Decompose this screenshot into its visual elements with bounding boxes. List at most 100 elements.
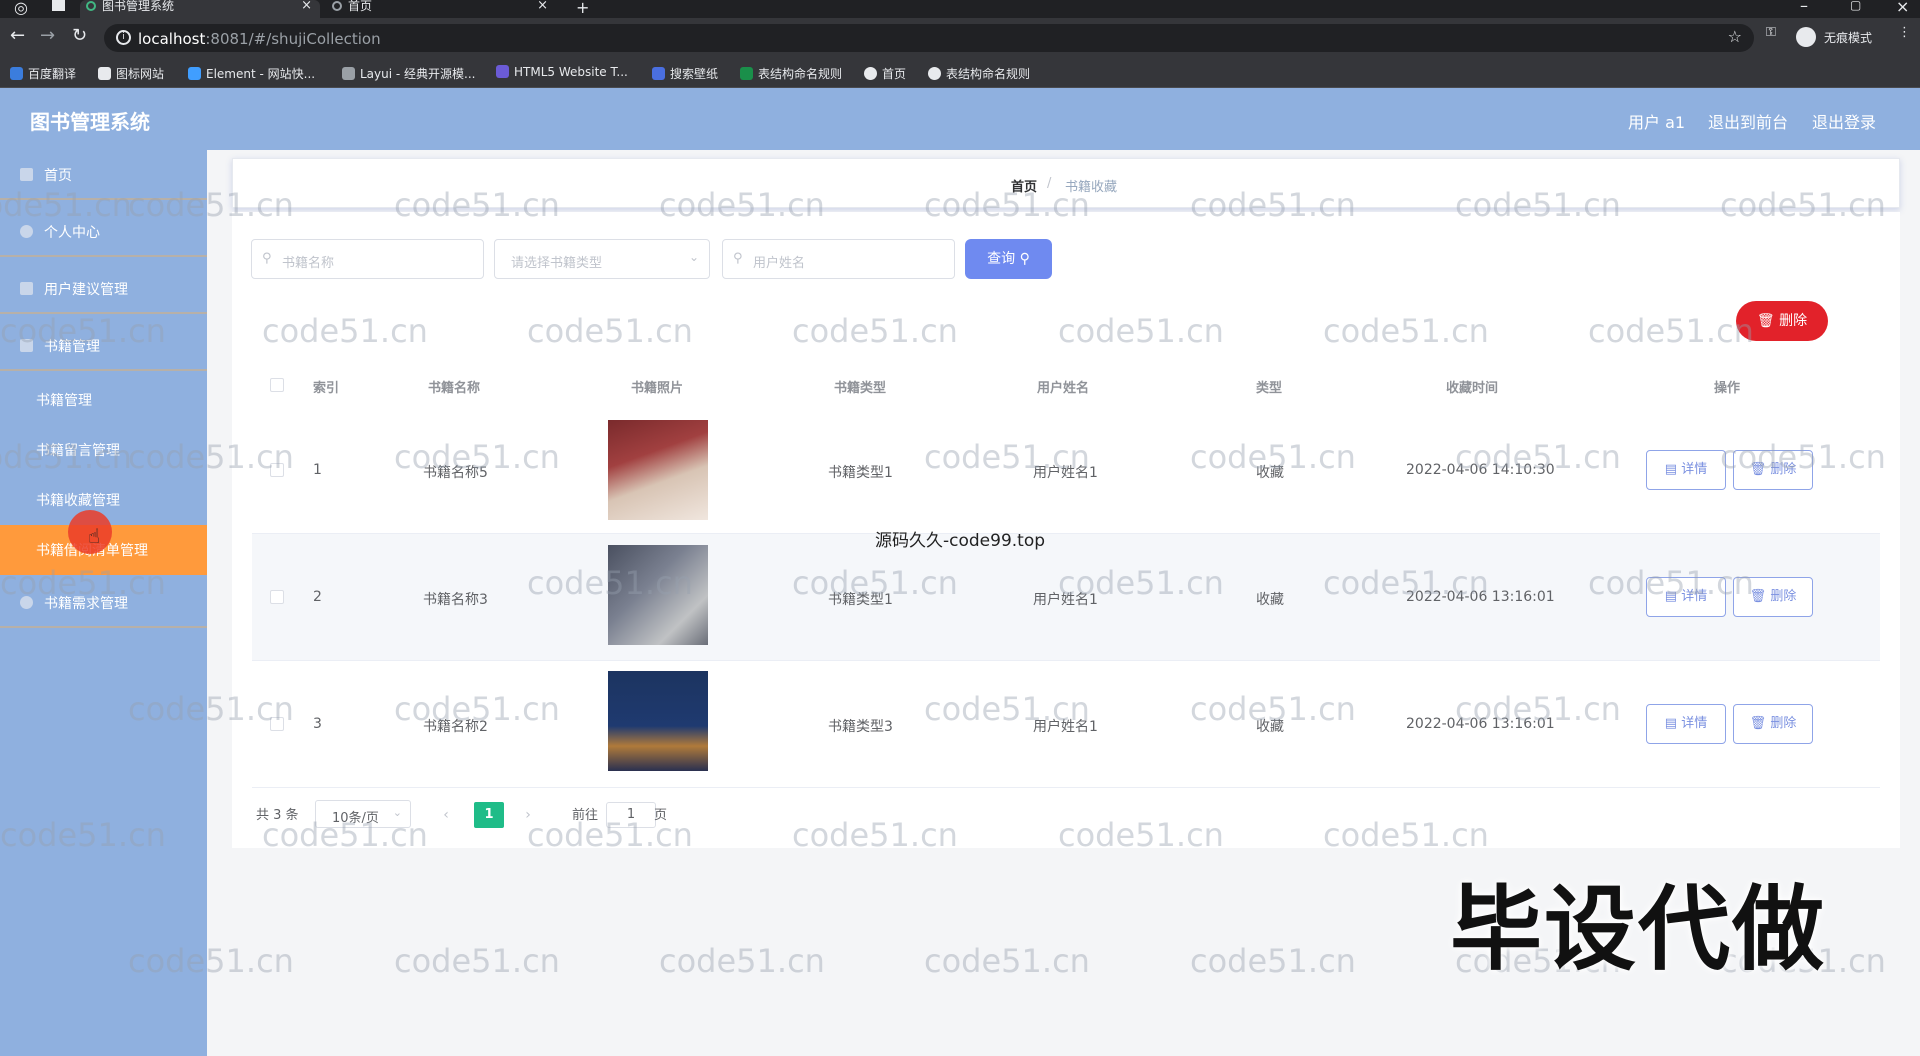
- search-icon: ⚲: [733, 251, 743, 266]
- maximize-icon[interactable]: ▢: [1850, 0, 1861, 12]
- book-type-placeholder: 请选择书籍类型: [511, 256, 603, 271]
- column-header: 索引: [313, 381, 340, 396]
- source-watermark-text: 源码久久-code99.top: [875, 531, 1046, 551]
- pagination-total: 共 3 条: [256, 808, 299, 823]
- bookmark-item[interactable]: HTML5 Website T...: [496, 65, 628, 79]
- reload-icon[interactable]: ↻: [72, 26, 87, 46]
- sidebar-sub-book-manage[interactable]: 书籍管理: [0, 375, 207, 425]
- row-checkbox[interactable]: [270, 717, 284, 731]
- bookmark-item[interactable]: 表结构命名规则: [928, 65, 1030, 82]
- close-icon[interactable]: ×: [537, 0, 548, 12]
- batch-delete-button[interactable]: 🗑 删除: [1736, 301, 1828, 341]
- tab-home-title: 首页: [348, 0, 373, 13]
- detail-button[interactable]: ▤ 详情: [1646, 450, 1726, 490]
- new-tab-icon[interactable]: +: [576, 0, 589, 17]
- logout-link[interactable]: 退出登录: [1812, 109, 1876, 133]
- browser-menu-icon[interactable]: ◎: [14, 0, 28, 17]
- delete-button[interactable]: 🗑 删除: [1733, 704, 1813, 744]
- sidebar-item-home[interactable]: 首页: [0, 150, 207, 200]
- sidebar-item-label: 个人中心: [44, 225, 100, 241]
- element-icon: [188, 67, 201, 80]
- tab-library[interactable]: 图书管理系统 ×: [80, 0, 320, 18]
- key-icon[interactable]: ⚿: [1766, 25, 1776, 40]
- user-name-placeholder: 用户姓名: [753, 256, 806, 271]
- forward-icon[interactable]: →: [40, 26, 55, 46]
- book-name: 书籍名称3: [423, 592, 488, 608]
- detail-label: 详情: [1681, 462, 1708, 477]
- translate-icon: [10, 67, 23, 80]
- bookmark-item[interactable]: Element - 网站快...: [188, 65, 315, 82]
- delete-button[interactable]: 🗑 删除: [1733, 450, 1813, 490]
- query-button[interactable]: 查询 ⚲: [965, 239, 1052, 279]
- browser-tab-bar: ◎ 图书管理系统 × 首页 × + – ▢ ×: [0, 0, 1920, 18]
- bookmark-item[interactable]: 搜索壁纸: [652, 65, 718, 82]
- window-close-icon[interactable]: ×: [1896, 0, 1909, 16]
- address-bar[interactable]: i localhost:8081/#/shujiCollection ☆: [104, 24, 1754, 52]
- next-page-button[interactable]: ›: [515, 802, 541, 828]
- trash-icon: 🗑: [1756, 313, 1780, 329]
- incognito-label[interactable]: 无痕模式: [1824, 29, 1872, 46]
- user-name: 用户姓名1: [1033, 592, 1098, 608]
- delete-button[interactable]: 🗑 删除: [1733, 577, 1813, 617]
- minimize-icon[interactable]: –: [1800, 0, 1808, 15]
- column-header: 类型: [1256, 381, 1283, 396]
- goto-page-input[interactable]: 1: [606, 802, 656, 828]
- detail-button[interactable]: ▤ 详情: [1646, 704, 1726, 744]
- sidebar-sub-label: 书籍收藏管理: [36, 493, 120, 509]
- book-type-select[interactable]: 请选择书籍类型 ⌄: [494, 239, 710, 279]
- table-icon: [740, 67, 753, 80]
- table-row: 1 书籍名称5 书籍类型1 用户姓名1 收藏 2022-04-06 14:10:…: [252, 407, 1880, 534]
- sidebar-item-label: 用户建议管理: [44, 282, 128, 298]
- breadcrumb: 首页 / 书籍收藏: [232, 158, 1900, 208]
- row-index: 1: [313, 462, 322, 478]
- record-kind: 收藏: [1256, 592, 1284, 608]
- sidebar-sub-book-comments[interactable]: 书籍留言管理: [0, 425, 207, 475]
- page-size-select[interactable]: 10条/页 ⌄: [315, 800, 411, 828]
- info-icon[interactable]: i: [116, 30, 131, 45]
- sidebar-item-book-requests[interactable]: 书籍需求管理: [0, 578, 207, 628]
- record-kind: 收藏: [1256, 465, 1284, 481]
- bookmark-item[interactable]: Layui - 经典开源模...: [342, 65, 475, 82]
- layui-icon: [342, 67, 355, 80]
- column-header: 书籍名称: [428, 381, 481, 396]
- window-icon[interactable]: [52, 0, 65, 11]
- user-name-input[interactable]: ⚲ 用户姓名: [722, 239, 955, 279]
- sidebar-item-profile[interactable]: 个人中心: [0, 207, 207, 257]
- bookmark-item[interactable]: 表结构命名规则: [740, 65, 842, 82]
- book-name: 书籍名称5: [423, 465, 488, 481]
- sidebar-item-books[interactable]: 书籍管理: [0, 321, 207, 371]
- bookmark-star-icon[interactable]: ☆: [1728, 27, 1742, 46]
- row-checkbox[interactable]: [270, 590, 284, 604]
- url-text: localhost:8081/#/shujiCollection: [138, 30, 381, 48]
- bookmark-item[interactable]: 首页: [864, 65, 906, 82]
- bookmark-item[interactable]: 百度翻译: [10, 65, 76, 82]
- tab-home[interactable]: 首页 ×: [326, 0, 556, 18]
- prev-page-button[interactable]: ‹: [433, 802, 459, 828]
- current-page[interactable]: 1: [474, 802, 504, 828]
- select-all-checkbox[interactable]: [270, 378, 284, 392]
- column-header: 书籍类型: [834, 381, 887, 396]
- book-name-input[interactable]: ⚲ 书籍名称: [251, 239, 484, 279]
- search-icon: ⚲: [262, 251, 272, 266]
- sidebar-item-suggestions[interactable]: 用户建议管理: [0, 264, 207, 314]
- more-menu-icon[interactable]: ⋮: [1898, 25, 1911, 40]
- bookmark-label: HTML5 Website T...: [514, 65, 628, 79]
- bookmark-label: 表结构命名规则: [758, 67, 843, 81]
- table-row: 3 书籍名称2 书籍类型3 用户姓名1 收藏 2022-04-06 13:16:…: [252, 661, 1880, 788]
- globe-icon: [332, 1, 342, 11]
- bookmark-item[interactable]: 图标网站: [98, 65, 164, 82]
- back-to-front-link[interactable]: 退出到前台: [1708, 109, 1788, 133]
- detail-button[interactable]: ▤ 详情: [1646, 577, 1726, 617]
- delete-label: 删除: [1770, 462, 1797, 477]
- list-icon: [20, 339, 33, 352]
- table-row: 2 书籍名称3 书籍类型1 用户姓名1 收藏 2022-04-06 13:16:…: [252, 534, 1880, 661]
- breadcrumb-home[interactable]: 首页: [1011, 176, 1037, 195]
- book-type: 书籍类型1: [828, 465, 893, 481]
- user-icon: [20, 225, 33, 238]
- row-checkbox[interactable]: [270, 463, 284, 477]
- trash-icon: 🗑: [1749, 716, 1771, 731]
- close-icon[interactable]: ×: [301, 0, 312, 12]
- bookmark-label: 搜索壁纸: [670, 67, 719, 81]
- back-icon[interactable]: ←: [10, 26, 25, 46]
- bookmark-label: 百度翻译: [28, 67, 77, 81]
